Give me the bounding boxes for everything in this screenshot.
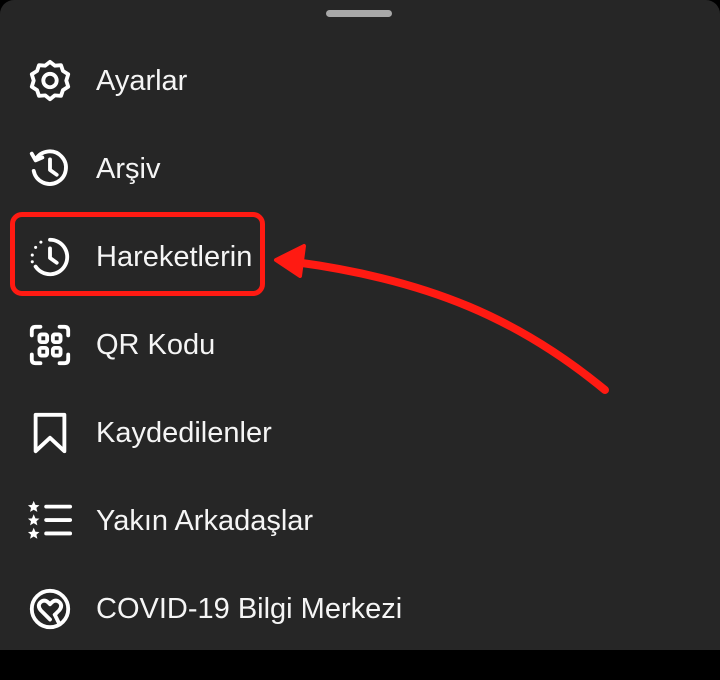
menu-item-label: COVID-19 Bilgi Merkezi — [96, 593, 403, 625]
menu-item-archive[interactable]: Arşiv — [0, 125, 720, 213]
drag-handle[interactable] — [326, 10, 392, 17]
bottom-sheet-menu: Ayarlar Arşiv Hareketlerin QR Kodu Kayde… — [0, 0, 720, 650]
menu-item-saved[interactable]: Kaydedilenler — [0, 389, 720, 477]
menu-item-your-activity[interactable]: Hareketlerin — [0, 213, 720, 301]
menu-item-qr-code[interactable]: QR Kodu — [0, 301, 720, 389]
menu-item-label: Arşiv — [96, 153, 161, 185]
menu-item-label: Hareketlerin — [96, 241, 253, 273]
close-friends-star-list-icon — [22, 498, 78, 544]
menu-item-settings[interactable]: Ayarlar — [0, 37, 720, 125]
menu-item-label: Yakın Arkadaşlar — [96, 505, 314, 537]
archive-history-icon — [22, 146, 78, 192]
navigation-bar — [0, 650, 720, 680]
covid-heart-icon — [22, 586, 78, 632]
qr-code-icon — [22, 322, 78, 368]
menu-item-covid-info-center[interactable]: COVID-19 Bilgi Merkezi — [0, 565, 720, 653]
menu-item-label: Ayarlar — [96, 65, 188, 97]
bookmark-icon — [22, 410, 78, 456]
activity-clock-icon — [22, 234, 78, 280]
menu-item-label: QR Kodu — [96, 329, 216, 361]
menu-item-label: Kaydedilenler — [96, 417, 272, 449]
menu-item-close-friends[interactable]: Yakın Arkadaşlar — [0, 477, 720, 565]
settings-gear-icon — [22, 58, 78, 104]
